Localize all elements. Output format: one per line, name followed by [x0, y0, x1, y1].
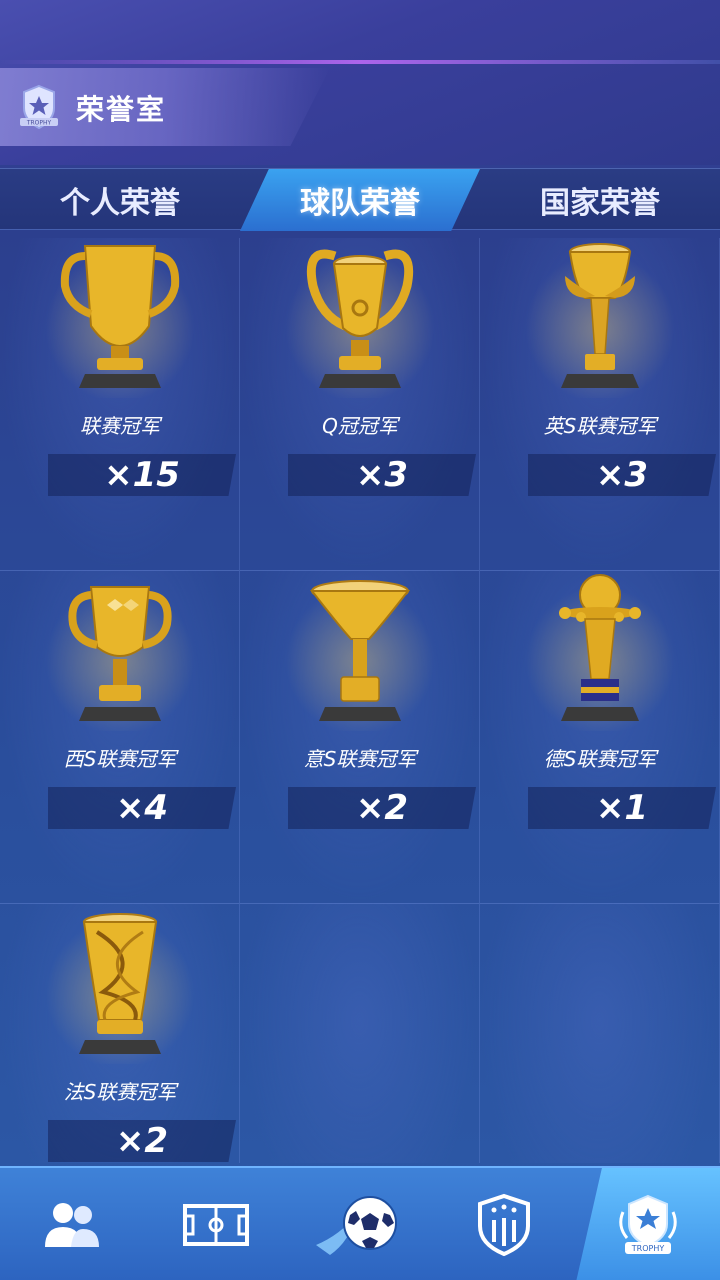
page-title: 荣誉室: [76, 93, 167, 126]
trophy-card[interactable]: 联赛冠军 ×15: [0, 238, 240, 571]
tab-team-honor[interactable]: 球队荣誉: [240, 169, 480, 231]
trophy-card[interactable]: Q冠冠军 ×3: [240, 238, 480, 571]
honor-tabs: 个人荣誉 球队荣誉 国家荣誉: [0, 168, 720, 231]
empty-cell: [480, 904, 720, 1163]
trophy-badge-icon: TROPHY: [14, 82, 64, 132]
trophy-count: ×3: [528, 454, 716, 496]
serie-cup-icon: [309, 580, 410, 721]
trophy-card[interactable]: 意S联赛冠军 ×2: [240, 571, 480, 904]
trophy-count: ×15: [48, 454, 236, 496]
players-icon: [45, 1203, 99, 1247]
league-cup-icon: [60, 245, 179, 388]
trophy-name: 意S联赛冠军: [303, 747, 417, 771]
pitch-icon: [183, 1204, 249, 1246]
club-shield-icon: [478, 1193, 530, 1257]
trophy-name: 德S联赛冠军: [543, 747, 657, 771]
ligue-cup-icon: [78, 913, 161, 1054]
nav-trophy-room[interactable]: TROPHY: [576, 1168, 720, 1280]
bottom-nav: TROPHY: [0, 1166, 720, 1280]
trophy-name: 西S联赛冠军: [63, 747, 177, 771]
trophy-card[interactable]: 法S联赛冠军 ×2: [0, 904, 240, 1163]
football-icon: [316, 1196, 397, 1255]
tab-personal-honor[interactable]: 个人荣誉: [0, 169, 240, 231]
trophy-count: ×2: [288, 787, 476, 829]
trophy-card[interactable]: 西S联赛冠军 ×4: [0, 571, 240, 904]
trophy-count: ×3: [288, 454, 476, 496]
winged-cup-icon: [560, 243, 639, 388]
trophy-name: Q冠冠军: [322, 414, 398, 438]
nav-match[interactable]: [288, 1168, 432, 1280]
empty-cell: [240, 904, 480, 1163]
trophy-card[interactable]: 德S联赛冠军 ×1: [480, 571, 720, 904]
trophy-count: ×2: [48, 1120, 236, 1162]
nav-club[interactable]: [432, 1168, 576, 1280]
trophy-count: ×4: [48, 787, 236, 829]
trophy-grid: 联赛冠军 ×15 Q冠冠军 ×3 英S联赛冠军 ×3 西S联赛冠军 ×4 意S联…: [0, 238, 720, 1163]
trophy-card[interactable]: 英S联赛冠军 ×3: [480, 238, 720, 571]
trophy-name: 联赛冠军: [80, 414, 160, 438]
trophy-name: 英S联赛冠军: [543, 414, 657, 438]
champions-cup-icon: [306, 249, 413, 388]
bundesliga-cup-icon: [558, 574, 641, 721]
tab-national-honor[interactable]: 国家荣誉: [480, 169, 720, 231]
trophy-badge-icon: TROPHY: [619, 1194, 677, 1254]
trophy-name: 法S联赛冠军: [63, 1080, 177, 1104]
svg-text:TROPHY: TROPHY: [631, 1244, 665, 1253]
svg-text:TROPHY: TROPHY: [26, 120, 52, 127]
nav-players[interactable]: [0, 1168, 144, 1280]
trophy-count: ×1: [528, 787, 716, 829]
laliga-cup-icon: [67, 586, 172, 721]
nav-pitch[interactable]: [144, 1168, 288, 1280]
